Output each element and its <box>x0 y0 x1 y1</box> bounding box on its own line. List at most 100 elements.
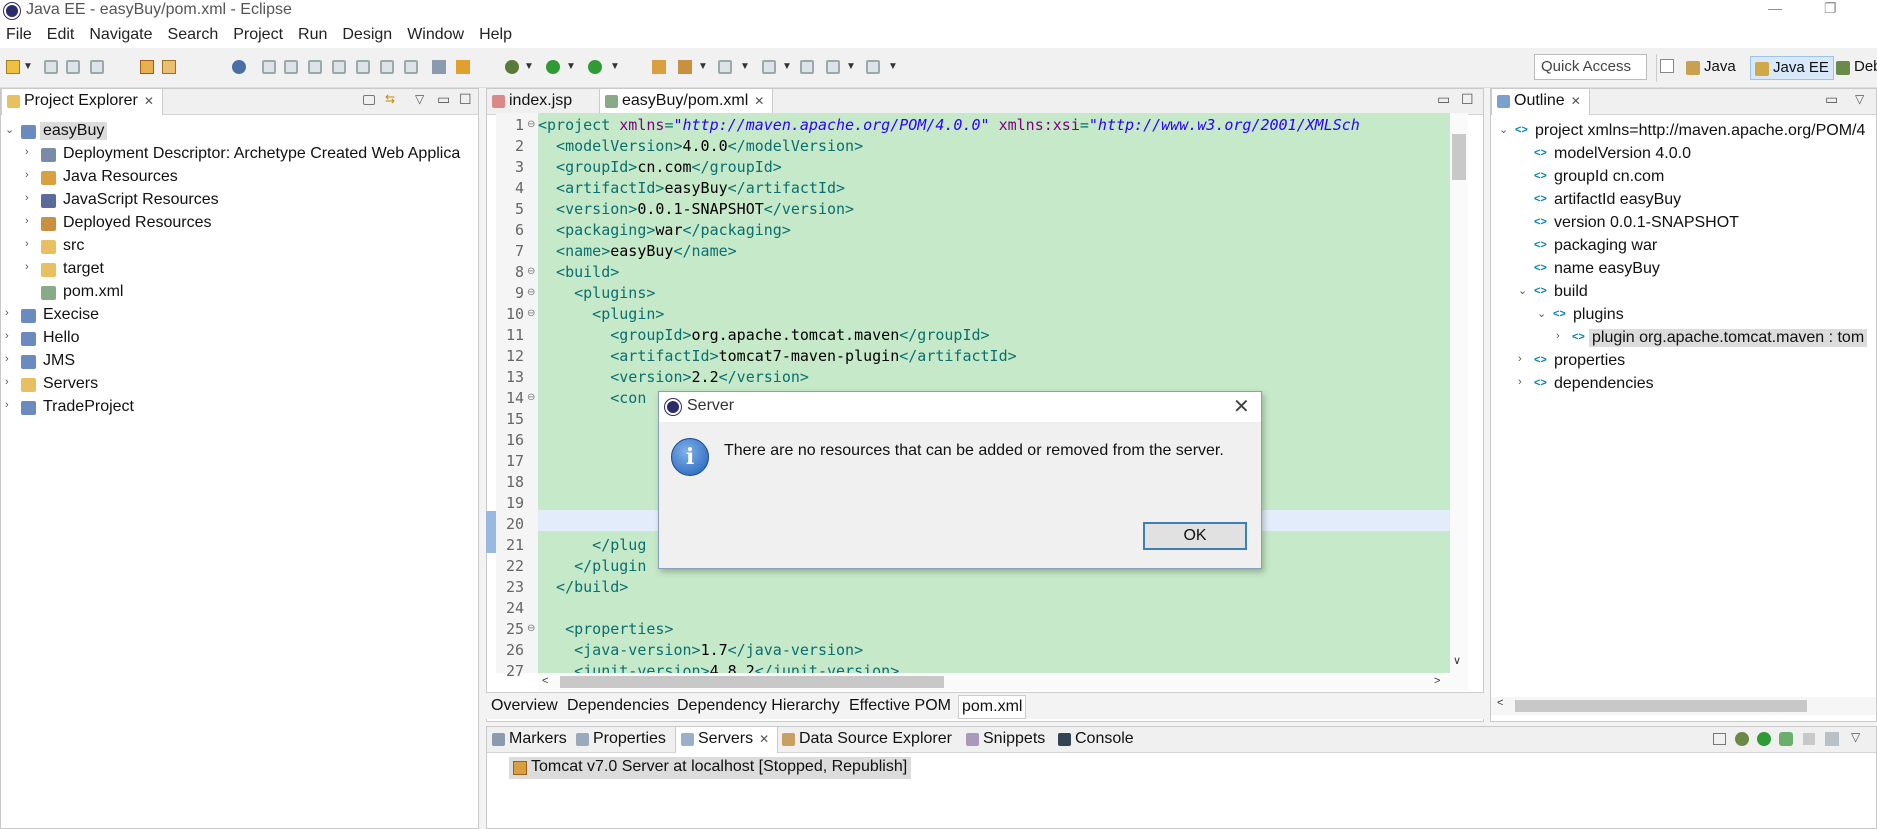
tab-markers[interactable]: Markers <box>487 727 575 753</box>
step-return-icon[interactable] <box>404 60 418 74</box>
tab-servers[interactable]: Servers ✕ <box>675 727 779 753</box>
new-server-icon[interactable] <box>652 60 666 74</box>
back-dropdown-icon[interactable]: ▼ <box>846 61 856 72</box>
editor-vertical-scrollbar[interactable] <box>1450 113 1468 673</box>
forward-icon[interactable] <box>866 60 880 74</box>
search-toolbar-icon[interactable] <box>678 60 692 74</box>
tab-snippets[interactable]: Snippets <box>961 727 1053 753</box>
debug-icon[interactable] <box>505 60 519 74</box>
menu-navigate[interactable]: Navigate <box>89 26 152 44</box>
open-type-icon[interactable] <box>140 60 154 74</box>
fold-icon[interactable]: ⊖ <box>527 392 535 403</box>
next-annotation-icon[interactable] <box>718 60 732 74</box>
fold-icon[interactable]: ⊖ <box>527 266 535 277</box>
fold-icon[interactable]: ⊖ <box>527 119 535 130</box>
view-menu-icon[interactable]: ▽ <box>415 92 424 106</box>
scroll-left-icon[interactable]: < <box>542 675 548 687</box>
collapse-arrow-icon[interactable]: ⌄ <box>5 123 14 136</box>
menu-design[interactable]: Design <box>342 26 392 44</box>
perspective-debug[interactable]: Deb <box>1832 56 1877 80</box>
fold-icon[interactable]: ⊖ <box>527 623 535 634</box>
minimize-icon[interactable]: — <box>1768 0 1782 16</box>
format-icon[interactable] <box>432 60 446 74</box>
prev-annotation-dropdown-icon[interactable]: ▼ <box>782 61 792 72</box>
maximize-panel-icon[interactable]: ☐ <box>459 91 472 108</box>
expand-arrow-icon[interactable]: › <box>5 399 9 411</box>
expand-arrow-icon[interactable]: › <box>5 330 9 342</box>
start-server-icon[interactable] <box>1757 732 1771 746</box>
expand-arrow-icon[interactable]: › <box>25 146 29 158</box>
outline-scroll-thumb[interactable] <box>1515 700 1807 712</box>
close-servers-icon[interactable]: ✕ <box>759 732 769 746</box>
run-icon[interactable] <box>546 60 560 74</box>
debug-server-icon[interactable] <box>1735 732 1749 746</box>
disconnect-icon[interactable] <box>332 60 346 74</box>
external-tools-icon[interactable] <box>588 60 602 74</box>
menu-run[interactable]: Run <box>298 26 327 44</box>
tab-pom-source[interactable]: pom.xml <box>958 695 1027 719</box>
perspective-javaee[interactable]: Java EE <box>1750 56 1834 80</box>
tab-outline[interactable]: Outline ✕ <box>1491 89 1590 115</box>
menu-file[interactable]: File <box>6 26 32 44</box>
expand-arrow-icon[interactable]: › <box>5 353 9 365</box>
collapse-servers-icon[interactable] <box>1713 733 1726 745</box>
new-icon[interactable] <box>6 60 20 74</box>
ok-button[interactable]: OK <box>1143 522 1247 550</box>
last-edit-icon[interactable] <box>800 60 814 74</box>
dialog-close-icon[interactable]: ✕ <box>1233 394 1250 419</box>
editor-horizontal-scroll-thumb[interactable] <box>560 676 944 688</box>
tab-console[interactable]: Console <box>1053 727 1142 753</box>
scroll-right-icon[interactable]: > <box>1434 675 1440 687</box>
menu-edit[interactable]: Edit <box>47 26 75 44</box>
expand-arrow-icon[interactable]: › <box>25 215 29 227</box>
tab-index-jsp[interactable]: index.jsp <box>487 89 580 115</box>
step-into-icon[interactable] <box>356 60 370 74</box>
step-over-icon[interactable] <box>380 60 394 74</box>
tab-properties[interactable]: Properties <box>571 727 674 753</box>
save-icon[interactable] <box>44 60 58 74</box>
expand-arrow-icon[interactable]: › <box>1518 376 1522 388</box>
open-task-icon[interactable] <box>162 60 176 74</box>
minimize-outline-icon[interactable]: ▭ <box>1825 91 1838 108</box>
outline-scroll-left-icon[interactable]: < <box>1497 697 1503 709</box>
editor-vertical-scroll-thumb[interactable] <box>1452 134 1466 180</box>
stop-server-icon[interactable] <box>1803 733 1815 745</box>
tab-pom-xml[interactable]: easyBuy/pom.xml ✕ <box>599 89 774 115</box>
minimize-editor-icon[interactable]: ▭ <box>1437 91 1450 108</box>
outline-view-menu-icon[interactable]: ▽ <box>1855 92 1864 106</box>
publish-server-icon[interactable] <box>1825 732 1839 746</box>
menu-help[interactable]: Help <box>479 26 512 44</box>
expand-arrow-icon[interactable]: › <box>5 376 9 388</box>
resume-icon[interactable] <box>262 60 276 74</box>
mark-occurrences-icon[interactable] <box>456 60 470 74</box>
restore-icon[interactable]: ❐ <box>1824 0 1837 17</box>
annotation-dropdown-icon[interactable]: ▼ <box>740 61 750 72</box>
perspective-java[interactable]: Java <box>1682 56 1740 80</box>
debug-dropdown-icon[interactable]: ▼ <box>524 61 534 72</box>
quick-access-input[interactable]: Quick Access <box>1534 54 1647 80</box>
terminate-icon[interactable] <box>308 60 322 74</box>
tab-effective-pom[interactable]: Effective POM <box>846 695 954 717</box>
expand-arrow-icon[interactable]: › <box>25 169 29 181</box>
fold-icon[interactable]: ⊖ <box>527 308 535 319</box>
back-icon[interactable] <box>826 60 840 74</box>
servers-view-menu-icon[interactable]: ▽ <box>1851 730 1860 744</box>
collapse-arrow-icon[interactable]: ⌄ <box>1518 284 1527 297</box>
expand-arrow-icon[interactable]: › <box>1518 353 1522 365</box>
expand-arrow-icon[interactable]: › <box>1556 330 1560 342</box>
expand-arrow-icon[interactable]: › <box>25 261 29 273</box>
prev-annotation-icon[interactable] <box>762 60 776 74</box>
minimize-panel-icon[interactable]: ▭ <box>437 91 450 108</box>
close-icon[interactable]: ✕ <box>144 94 154 108</box>
link-editor-icon[interactable]: ⇆ <box>385 92 397 106</box>
tab-dependencies[interactable]: Dependencies <box>564 695 672 717</box>
save-all-icon[interactable] <box>66 60 80 74</box>
scroll-down-icon[interactable]: ∨ <box>1453 654 1461 667</box>
tab-overview[interactable]: Overview <box>488 695 561 717</box>
run-dropdown-icon[interactable]: ▼ <box>566 61 576 72</box>
external-tools-dropdown-icon[interactable]: ▼ <box>610 61 620 72</box>
toggle-breakpoint-icon[interactable] <box>232 60 246 74</box>
suspend-icon[interactable] <box>284 60 298 74</box>
new-dropdown-icon[interactable]: ▼ <box>23 61 33 72</box>
expand-arrow-icon[interactable]: › <box>5 307 9 319</box>
